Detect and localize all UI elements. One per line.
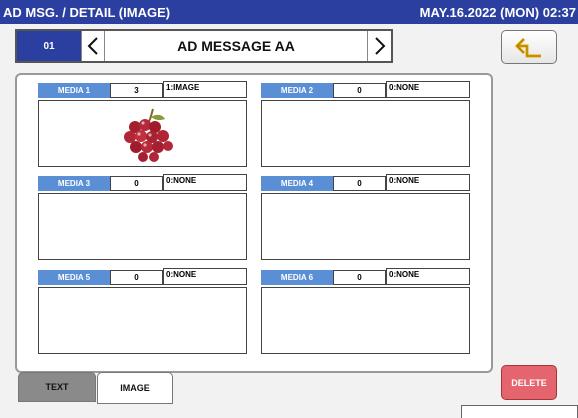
grapes-image xyxy=(124,108,173,162)
return-arrow-icon xyxy=(515,37,541,58)
media-label[interactable]: MEDIA 5 xyxy=(38,270,110,285)
date-time: MAY.16.2022 (MON) 02:37 xyxy=(419,5,576,20)
media-count: 0 xyxy=(333,270,386,285)
tab-text[interactable]: TEXT xyxy=(18,372,96,402)
media-label[interactable]: MEDIA 4 xyxy=(261,176,333,191)
message-navigator: 01 AD MESSAGE AA xyxy=(15,29,393,63)
status-field xyxy=(461,405,578,418)
media-preview[interactable] xyxy=(38,100,247,167)
tab-image[interactable]: IMAGE xyxy=(97,372,173,404)
title-bar: AD MSG. / DETAIL (IMAGE) MAY.16.2022 (MO… xyxy=(0,0,578,24)
message-name: AD MESSAGE AA xyxy=(177,38,295,54)
media-preview[interactable] xyxy=(261,287,470,354)
back-button[interactable] xyxy=(501,30,557,64)
message-number[interactable]: 01 xyxy=(17,31,81,61)
chevron-right-icon xyxy=(374,37,385,55)
media-count: 3 xyxy=(110,83,163,98)
prev-message-button[interactable] xyxy=(81,31,105,61)
media-label[interactable]: MEDIA 6 xyxy=(261,270,333,285)
media-type: 0:NONE xyxy=(386,174,470,191)
delete-button[interactable]: DELETE xyxy=(501,365,557,400)
next-message-button[interactable] xyxy=(367,31,391,61)
media-label[interactable]: MEDIA 3 xyxy=(38,176,110,191)
chevron-left-icon xyxy=(87,37,98,55)
media-type: 0:NONE xyxy=(386,81,470,98)
media-preview[interactable] xyxy=(261,100,470,167)
media-type: 0:NONE xyxy=(163,174,247,191)
media-count: 0 xyxy=(110,176,163,191)
media-type: 0:NONE xyxy=(163,268,247,285)
media-preview[interactable] xyxy=(38,193,247,260)
media-count: 0 xyxy=(333,83,386,98)
media-preview[interactable] xyxy=(38,287,247,354)
media-label[interactable]: MEDIA 2 xyxy=(261,83,333,98)
media-count: 0 xyxy=(333,176,386,191)
media-type: 1:IMAGE xyxy=(163,81,247,98)
media-preview[interactable] xyxy=(261,193,470,260)
media-label[interactable]: MEDIA 1 xyxy=(38,83,110,98)
media-panel: MEDIA 1 3 1:IMAGE MEDIA 2 0 0:NONE MEDIA… xyxy=(15,73,493,373)
media-count: 0 xyxy=(110,270,163,285)
media-type: 0:NONE xyxy=(386,268,470,285)
screen-title: AD MSG. / DETAIL (IMAGE) xyxy=(3,5,171,20)
